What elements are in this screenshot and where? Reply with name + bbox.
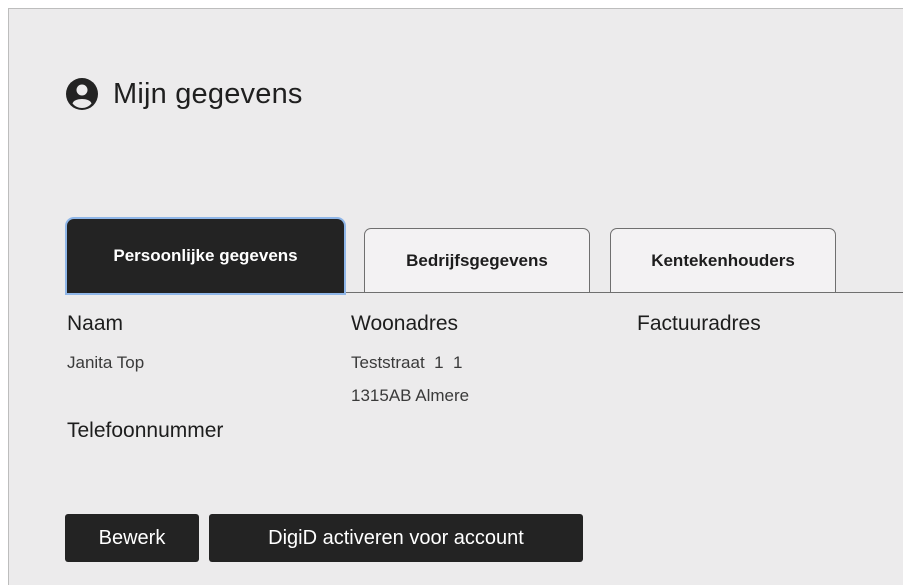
page-title: Mijn gegevens [65, 77, 303, 111]
woonadres-street: Teststraat 1 1 [351, 353, 463, 372]
factuuradres-label: Factuuradres [637, 312, 761, 335]
woonadres-label: Woonadres [351, 312, 459, 335]
naam-label: Naam [67, 312, 124, 335]
naam-value: Janita Top [67, 353, 145, 372]
edit-button[interactable]: Bewerk [65, 514, 199, 562]
tab-kentekenhouders[interactable]: Kentekenhouders [610, 228, 836, 292]
tab-persoonlijke-gegevens[interactable]: Persoonlijke gegevens [67, 219, 344, 293]
content-panel: Mijn gegevens Persoonlijke gegevens Bedr… [8, 8, 903, 585]
woonadres-city: 1315AB Almere [351, 386, 470, 405]
tab-bedrijfsgegevens[interactable]: Bedrijfsgegevens [364, 228, 590, 292]
digid-activate-button[interactable]: DigiD activeren voor account [209, 514, 583, 562]
user-circle-icon [66, 78, 98, 110]
tab-bar: Persoonlijke gegevens Bedrijfsgegevens K… [67, 219, 903, 293]
telefoonnummer-label: Telefoonnummer [67, 419, 224, 442]
page-title-text: Mijn gegevens [113, 77, 303, 110]
